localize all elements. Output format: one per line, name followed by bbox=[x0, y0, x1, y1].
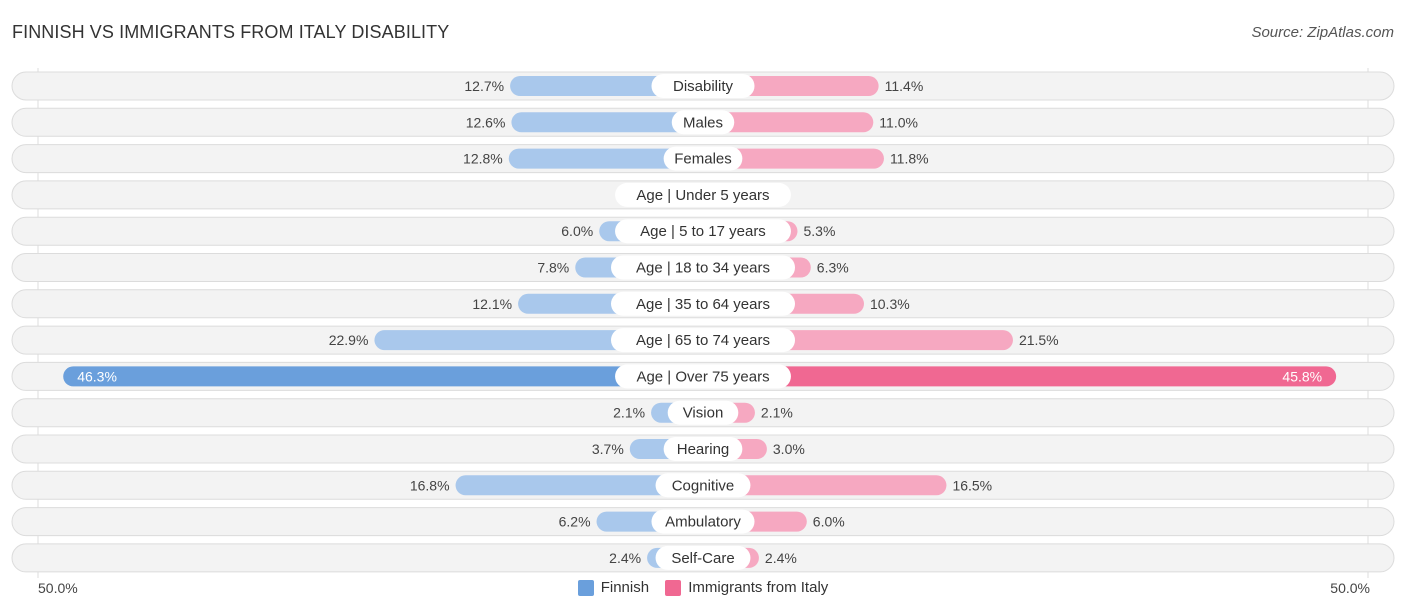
value-label-finnish: 12.7% bbox=[464, 78, 504, 94]
value-label-finnish: 2.4% bbox=[609, 550, 641, 566]
bar-finnish bbox=[63, 366, 703, 387]
row-10: 3.7% 3.0% Hearing bbox=[11, 434, 1395, 464]
value-label-italy: 6.3% bbox=[817, 260, 849, 276]
row-4: 6.0% 5.3% Age | 5 to 17 years bbox=[11, 216, 1395, 246]
legend-item-finnish[interactable]: Finnish bbox=[577, 579, 650, 596]
legend: Finnish Immigrants from Italy bbox=[0, 579, 1406, 600]
row-11: 16.8% 16.5% Cognitive bbox=[11, 470, 1395, 500]
legend-label-italy: Immigrants from Italy bbox=[688, 579, 829, 596]
value-label-italy: 11.0% bbox=[879, 114, 918, 130]
row-9: 2.1% 2.1% Vision bbox=[11, 398, 1395, 428]
value-label-finnish: 12.6% bbox=[466, 114, 506, 130]
category-label: Hearing bbox=[677, 441, 730, 458]
bar-italy bbox=[703, 366, 1337, 387]
category-label: Disability bbox=[673, 78, 734, 95]
value-label-italy: 3.0% bbox=[773, 441, 805, 457]
category-label: Females bbox=[674, 151, 732, 168]
row-3: 1.6%1.3%Age | Under 5 years bbox=[11, 180, 1395, 210]
row-6: 12.1% 10.3% Age | 35 to 64 years bbox=[11, 289, 1395, 319]
row-5: 7.8% 6.3% Age | 18 to 34 years bbox=[11, 253, 1395, 282]
value-label-italy: 2.1% bbox=[761, 405, 793, 421]
value-label-italy: 5.3% bbox=[803, 223, 835, 239]
value-label-finnish: 7.8% bbox=[537, 260, 569, 276]
value-label-italy: 11.4% bbox=[885, 78, 924, 94]
category-label: Cognitive bbox=[672, 477, 735, 494]
value-label-finnish: 22.9% bbox=[329, 332, 369, 348]
category-label: Males bbox=[683, 114, 723, 131]
legend-label-finnish: Finnish bbox=[600, 579, 650, 596]
row-7: 22.9% 21.5% Age | 65 to 74 years bbox=[11, 325, 1395, 355]
value-label-italy: 11.8% bbox=[890, 151, 929, 167]
category-label: Age | 5 to 17 years bbox=[640, 223, 766, 240]
row-12: 6.2% 6.0% Ambulatory bbox=[11, 507, 1395, 537]
legend-item-italy[interactable]: Immigrants from Italy bbox=[665, 579, 828, 596]
chart-area: 12.7% 11.4% Disability 12.6% 11.0% Males 12.8%… bbox=[11, 68, 1395, 578]
legend-swatch-italy bbox=[665, 579, 682, 596]
category-label: Age | 35 to 64 years bbox=[636, 296, 770, 313]
value-label-finnish: 3.7% bbox=[592, 441, 624, 457]
value-label-finnish: 12.1% bbox=[472, 296, 512, 312]
category-label: Self-Care bbox=[671, 550, 734, 567]
row-13: 2.4% 2.4% Self-Care bbox=[11, 543, 1395, 573]
value-label-finnish: 6.2% bbox=[559, 514, 591, 530]
category-label: Age | 65 to 74 years bbox=[636, 332, 770, 349]
value-label-finnish: 12.8% bbox=[463, 151, 503, 167]
row-1: 12.6% 11.0% Males bbox=[11, 107, 1395, 137]
value-label-finnish: 2.1% bbox=[613, 405, 645, 421]
row-0: 12.7% 11.4% Disability bbox=[11, 71, 1395, 101]
value-label-italy: 2.4% bbox=[765, 550, 797, 566]
row-8: 46.3% 45.8% Age | Over 75 years bbox=[11, 361, 1395, 391]
category-label: Age | 18 to 34 years bbox=[636, 260, 770, 277]
category-label: Vision bbox=[683, 405, 724, 422]
category-label: Age | Over 75 years bbox=[636, 368, 769, 385]
value-label-finnish: 6.0% bbox=[561, 223, 593, 239]
value-label-italy: 10.3% bbox=[870, 296, 910, 312]
value-label-finnish: 46.3% bbox=[77, 368, 117, 384]
legend-swatch-finnish bbox=[577, 579, 594, 596]
category-label: Ambulatory bbox=[665, 514, 741, 531]
category-label: Age | Under 5 years bbox=[636, 187, 769, 204]
value-label-italy: 6.0% bbox=[813, 514, 845, 530]
row-2: 12.8% 11.8% Females bbox=[11, 144, 1395, 174]
value-label-finnish: 16.8% bbox=[410, 477, 450, 493]
value-label-italy: 45.8% bbox=[1282, 368, 1322, 384]
value-label-italy: 21.5% bbox=[1019, 332, 1059, 348]
value-label-italy: 16.5% bbox=[952, 477, 992, 493]
